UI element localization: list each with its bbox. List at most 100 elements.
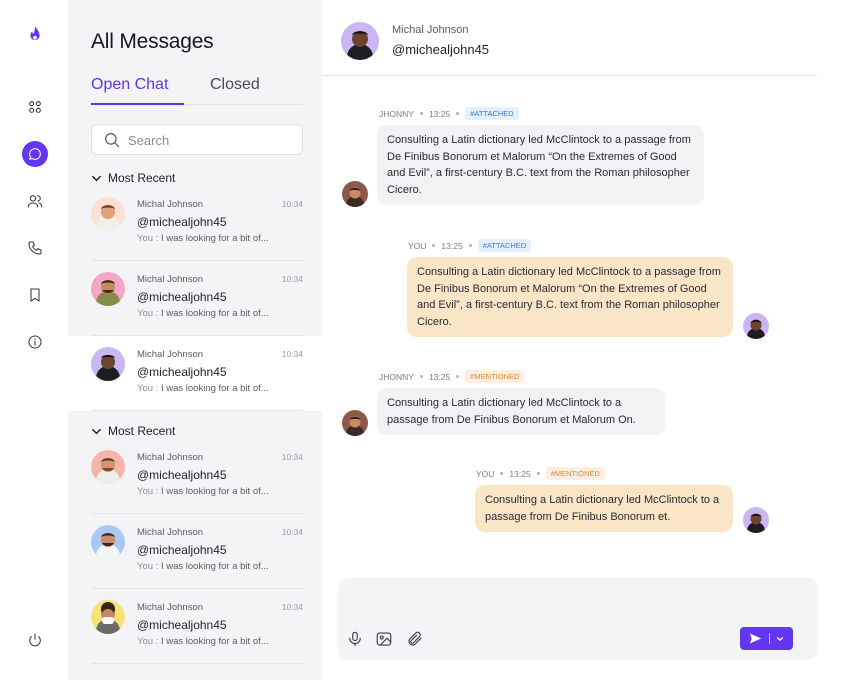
- attachment-icon[interactable]: [406, 630, 424, 648]
- preview-text: I was looking for a bit of...: [158, 383, 269, 394]
- power-icon[interactable]: [22, 627, 48, 653]
- contact-name: Michal Johnson: [392, 24, 469, 36]
- message-meta: YOU 13:25 #MENTIONED: [476, 467, 605, 480]
- contact-handle: @michealjohn45: [137, 365, 227, 379]
- preview-text: I was looking for a bit of...: [158, 561, 269, 572]
- message-sender: JHONNY: [379, 371, 414, 382]
- message-time: 13:25: [428, 108, 451, 119]
- message-sender: YOU: [476, 468, 495, 479]
- message-preview: You : I was looking for a bit of...: [137, 308, 269, 319]
- preview-sender: You :: [137, 308, 159, 319]
- users-icon[interactable]: [22, 188, 48, 214]
- tab-open-chat[interactable]: Open Chat: [91, 76, 168, 94]
- preview-sender: You :: [137, 636, 159, 647]
- chevron-down-icon[interactable]: [775, 634, 785, 644]
- avatar: [342, 181, 368, 207]
- timestamp: 10:34: [281, 274, 303, 284]
- chat-list-item[interactable]: Michal Johnson 10:34 @michealjohn45 You …: [91, 261, 303, 336]
- separator-dot: [468, 244, 472, 247]
- separator-dot: [419, 112, 423, 115]
- icon-rail: [0, 0, 68, 680]
- preview-text: I was looking for a bit of...: [158, 233, 269, 244]
- timestamp: 10:34: [281, 527, 303, 537]
- attached-tag[interactable]: #ATTACHED: [465, 107, 519, 120]
- mic-icon[interactable]: [346, 630, 364, 648]
- contact-name: Michal Johnson: [137, 602, 204, 613]
- section-header[interactable]: Most Recent: [91, 171, 175, 185]
- image-icon[interactable]: [375, 630, 393, 648]
- message-sender: YOU: [408, 240, 427, 251]
- preview-sender: You :: [137, 561, 159, 572]
- tab-closed[interactable]: Closed: [210, 76, 260, 94]
- search-icon: [105, 133, 120, 148]
- timestamp: 10:34: [281, 452, 303, 462]
- avatar: [91, 525, 125, 559]
- active-tab-indicator: [91, 103, 184, 105]
- message-list-panel: All Messages Open Chat Closed Search Mos…: [68, 0, 322, 680]
- contact-name: Michal Johnson: [137, 527, 204, 538]
- timestamp: 10:34: [281, 199, 303, 209]
- send-separator: [769, 633, 770, 644]
- chat-list-item-selected[interactable]: Michal Johnson 10:34 @michealjohn45 You …: [91, 336, 303, 411]
- search-input[interactable]: Search: [91, 124, 303, 155]
- separator-dot: [500, 472, 504, 475]
- message-time: 13:25: [509, 468, 531, 479]
- send-icon: [749, 633, 762, 644]
- avatar: [91, 600, 125, 634]
- info-icon[interactable]: [22, 329, 48, 355]
- separator-dot: [432, 244, 436, 247]
- contact-handle: @michealjohn45: [137, 543, 227, 557]
- flame-logo-icon[interactable]: [22, 22, 48, 48]
- avatar: [743, 313, 769, 339]
- message-meta: JHONNY 13:25 #ATTACHED: [379, 107, 519, 120]
- message-meta: JHONNY 13:25 #MENTIONED: [379, 370, 525, 383]
- chevron-down-icon: [92, 175, 101, 181]
- contact-name: Michal Johnson: [137, 199, 204, 210]
- timestamp: 10:34: [281, 602, 303, 612]
- conversation-panel: Michal Johnson @michealjohn45 JHONNY 13:…: [322, 0, 841, 680]
- conversation-header: Michal Johnson @michealjohn45: [322, 0, 817, 76]
- preview-text: I was looking for a bit of...: [158, 308, 269, 319]
- message-time: 13:25: [428, 371, 451, 382]
- message-preview: You : I was looking for a bit of...: [137, 486, 269, 497]
- message-time: 13:25: [441, 240, 463, 251]
- send-button[interactable]: [740, 627, 793, 650]
- contact-handle: @michealjohn45: [137, 618, 227, 632]
- outgoing-message-bubble: Consulting a Latin dictionary led McClin…: [407, 257, 733, 337]
- mentioned-tag[interactable]: #MENTIONED: [545, 467, 605, 480]
- contact-name: Michal Johnson: [137, 349, 204, 360]
- message-composer[interactable]: [338, 578, 818, 660]
- apps-grid-icon[interactable]: [22, 94, 48, 120]
- chat-list-item[interactable]: Michal Johnson 10:34 @michealjohn45 You …: [91, 589, 303, 664]
- section-header[interactable]: Most Recent: [91, 424, 175, 438]
- contact-handle: @michealjohn45: [137, 290, 227, 304]
- preview-text: I was looking for a bit of...: [158, 486, 269, 497]
- message-preview: You : I was looking for a bit of...: [137, 233, 269, 244]
- app: All Messages Open Chat Closed Search Mos…: [0, 0, 841, 680]
- search-placeholder: Search: [128, 133, 170, 148]
- avatar: [91, 450, 125, 484]
- page-title: All Messages: [91, 30, 214, 53]
- chat-list-item[interactable]: Michal Johnson 10:34 @michealjohn45 You …: [91, 514, 303, 589]
- avatar: [743, 507, 769, 533]
- avatar[interactable]: [341, 22, 379, 60]
- preview-sender: You :: [137, 233, 159, 244]
- phone-icon[interactable]: [22, 235, 48, 261]
- mentioned-tag[interactable]: #MENTIONED: [465, 370, 525, 383]
- chat-list-item[interactable]: Michal Johnson 10:34 @michealjohn45 You …: [91, 186, 303, 261]
- bookmark-icon[interactable]: [22, 282, 48, 308]
- timestamp: 10:34: [281, 349, 303, 359]
- outgoing-message-bubble: Consulting a Latin dictionary led McClin…: [475, 485, 733, 532]
- section-heading: Most Recent: [108, 171, 176, 185]
- contact-name: Michal Johnson: [137, 274, 204, 285]
- chat-icon[interactable]: [22, 141, 48, 167]
- incoming-message-bubble: Consulting a Latin dictionary led McClin…: [377, 125, 704, 205]
- message-preview: You : I was looking for a bit of...: [137, 383, 269, 394]
- preview-sender: You :: [137, 383, 159, 394]
- avatar: [91, 197, 125, 231]
- separator-dot: [456, 375, 460, 378]
- contact-handle: @michealjohn45: [392, 42, 490, 57]
- attached-tag[interactable]: #ATTACHED: [477, 239, 532, 252]
- separator-dot: [536, 472, 540, 475]
- chat-list-item[interactable]: Michal Johnson 10:34 @michealjohn45 You …: [91, 439, 303, 514]
